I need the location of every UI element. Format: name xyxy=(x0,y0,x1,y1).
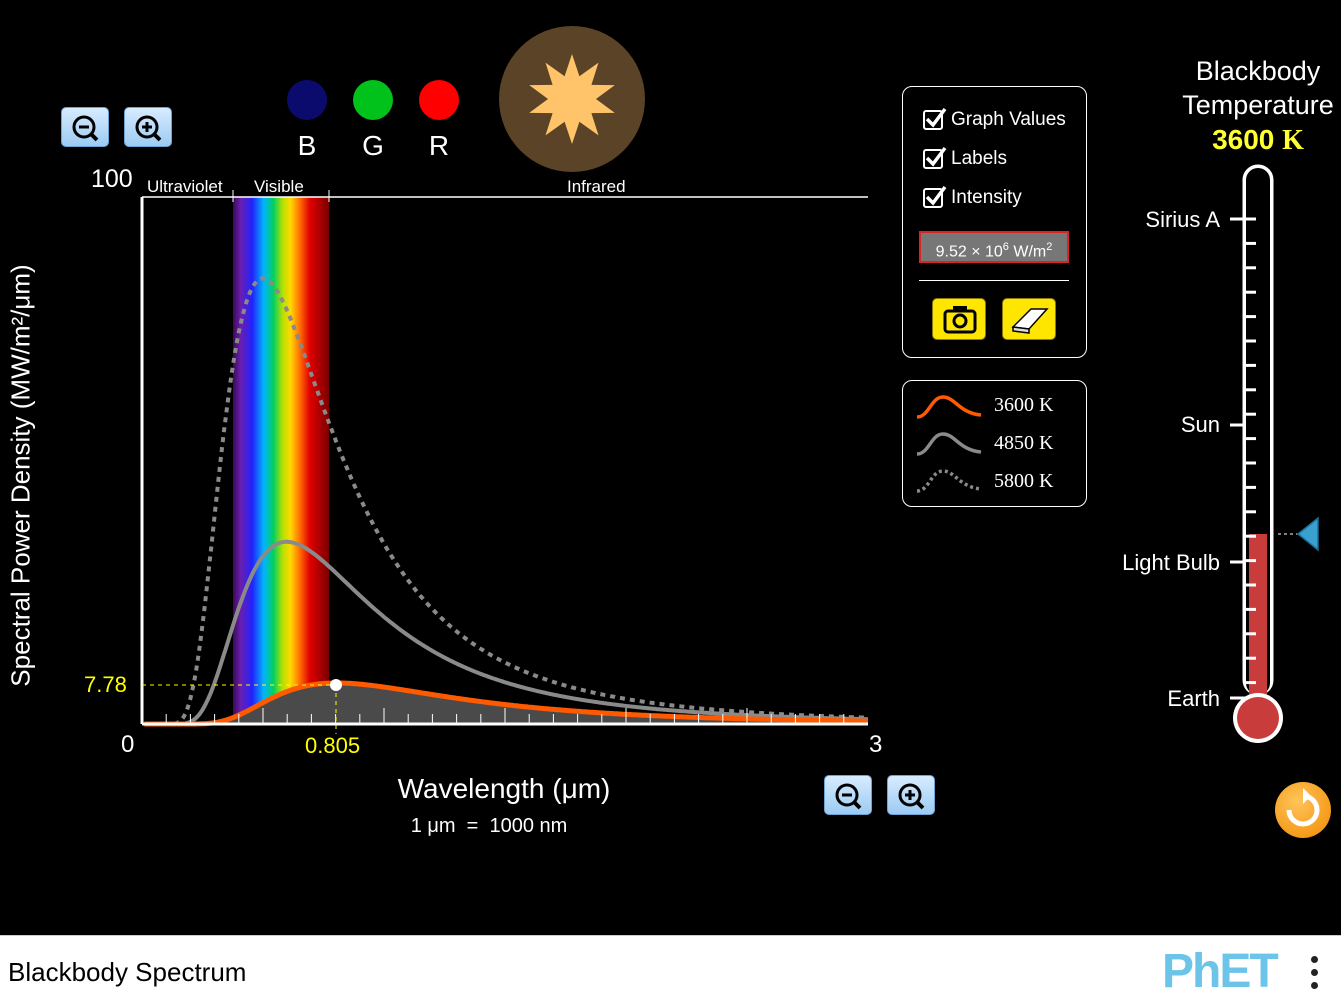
y-max-label: 100 xyxy=(91,165,133,193)
intensity-unit: W/m xyxy=(1008,243,1047,261)
marker-sun[interactable]: Sun xyxy=(1020,412,1220,438)
app-title: Blackbody Spectrum xyxy=(8,957,247,987)
intensity-value: 9.52 × 10 xyxy=(935,243,1003,261)
checkmark-icon xyxy=(925,185,947,206)
peak-marker[interactable] xyxy=(330,679,342,691)
zoom-in-horizontal-button[interactable] xyxy=(887,775,935,815)
x-max-label: 3 xyxy=(869,731,883,758)
reset-icon xyxy=(1286,788,1320,827)
menu-icon[interactable] xyxy=(1308,954,1320,994)
panel-divider xyxy=(919,280,1069,281)
labels-label: Labels xyxy=(951,148,1007,169)
visible-region-label: Visible xyxy=(254,177,304,196)
legend-swatch-3600 xyxy=(916,395,982,419)
eraser-icon xyxy=(1011,308,1049,334)
y-axis-title: Spectral Power Density (MW/m²/μm) xyxy=(5,264,36,687)
intensity-checkbox[interactable]: Intensity xyxy=(923,185,1022,211)
zoom-out-horizontal-button[interactable] xyxy=(824,775,872,815)
intensity-label: Intensity xyxy=(951,187,1022,208)
thermometer-bulb xyxy=(1237,697,1279,739)
temperature-value: 3600 xyxy=(1212,124,1275,155)
uv-region-label: Ultraviolet xyxy=(147,177,223,196)
x-min-label: 0 xyxy=(121,731,135,758)
checkbox-box xyxy=(923,146,947,169)
checkmark-icon xyxy=(925,146,947,167)
legend-label-5800: 5800 K xyxy=(994,470,1054,492)
legend-panel: 3600 K 4850 K 5800 K xyxy=(902,380,1087,507)
zoom-out-icon xyxy=(835,783,862,810)
spectrum-graph xyxy=(140,190,868,734)
legend-swatch-4850 xyxy=(916,432,982,456)
infrared-region-label: Infrared xyxy=(567,177,626,196)
labels-checkbox[interactable]: Labels xyxy=(923,146,1007,172)
snapshot-button[interactable] xyxy=(932,298,986,340)
marker-earth[interactable]: Earth xyxy=(1020,686,1220,712)
checkbox-box xyxy=(923,185,947,208)
marker-sirius-a[interactable]: Sirius A xyxy=(1020,207,1220,233)
visible-spectrum-band xyxy=(233,197,329,724)
thermometer-title: Blackbody Temperature xyxy=(1168,54,1341,122)
temperature-unit: K xyxy=(1282,125,1304,156)
graph-values-checkbox[interactable]: Graph Values xyxy=(923,107,1066,133)
camera-icon xyxy=(943,306,977,334)
peak-value-label: 7.78 xyxy=(84,672,127,697)
legend-swatch-5800 xyxy=(916,469,982,493)
zoom-in-icon xyxy=(898,783,925,810)
peak-wavelength-label: 0.805 xyxy=(305,733,361,758)
navigation-bar: Blackbody Spectrum PhET xyxy=(0,935,1341,1007)
reset-all-button[interactable] xyxy=(1275,782,1331,838)
thermometer xyxy=(1230,164,1319,743)
phet-logo[interactable]: PhET xyxy=(1162,944,1279,999)
x-axis-title: Wavelength (μm) xyxy=(397,773,611,804)
checkbox-box xyxy=(923,107,947,130)
thermometer-title-line2: Temperature xyxy=(1182,90,1334,120)
legend-swatches xyxy=(916,395,982,493)
thermometer-title-line1: Blackbody xyxy=(1195,56,1321,86)
checkmark-icon xyxy=(925,107,947,128)
clear-button[interactable] xyxy=(1002,298,1056,340)
temperature-readout: 3600 K xyxy=(1168,124,1341,157)
intensity-readout: 9.52 × 106 W/m2 xyxy=(919,231,1069,263)
temperature-slider-handle[interactable] xyxy=(1296,516,1319,552)
marker-light-bulb[interactable]: Light Bulb xyxy=(1020,550,1220,576)
intensity-unit-exponent: 2 xyxy=(1046,241,1053,253)
graph-values-label: Graph Values xyxy=(951,109,1066,130)
unit-note: 1 μm = 1000 nm xyxy=(410,815,568,837)
